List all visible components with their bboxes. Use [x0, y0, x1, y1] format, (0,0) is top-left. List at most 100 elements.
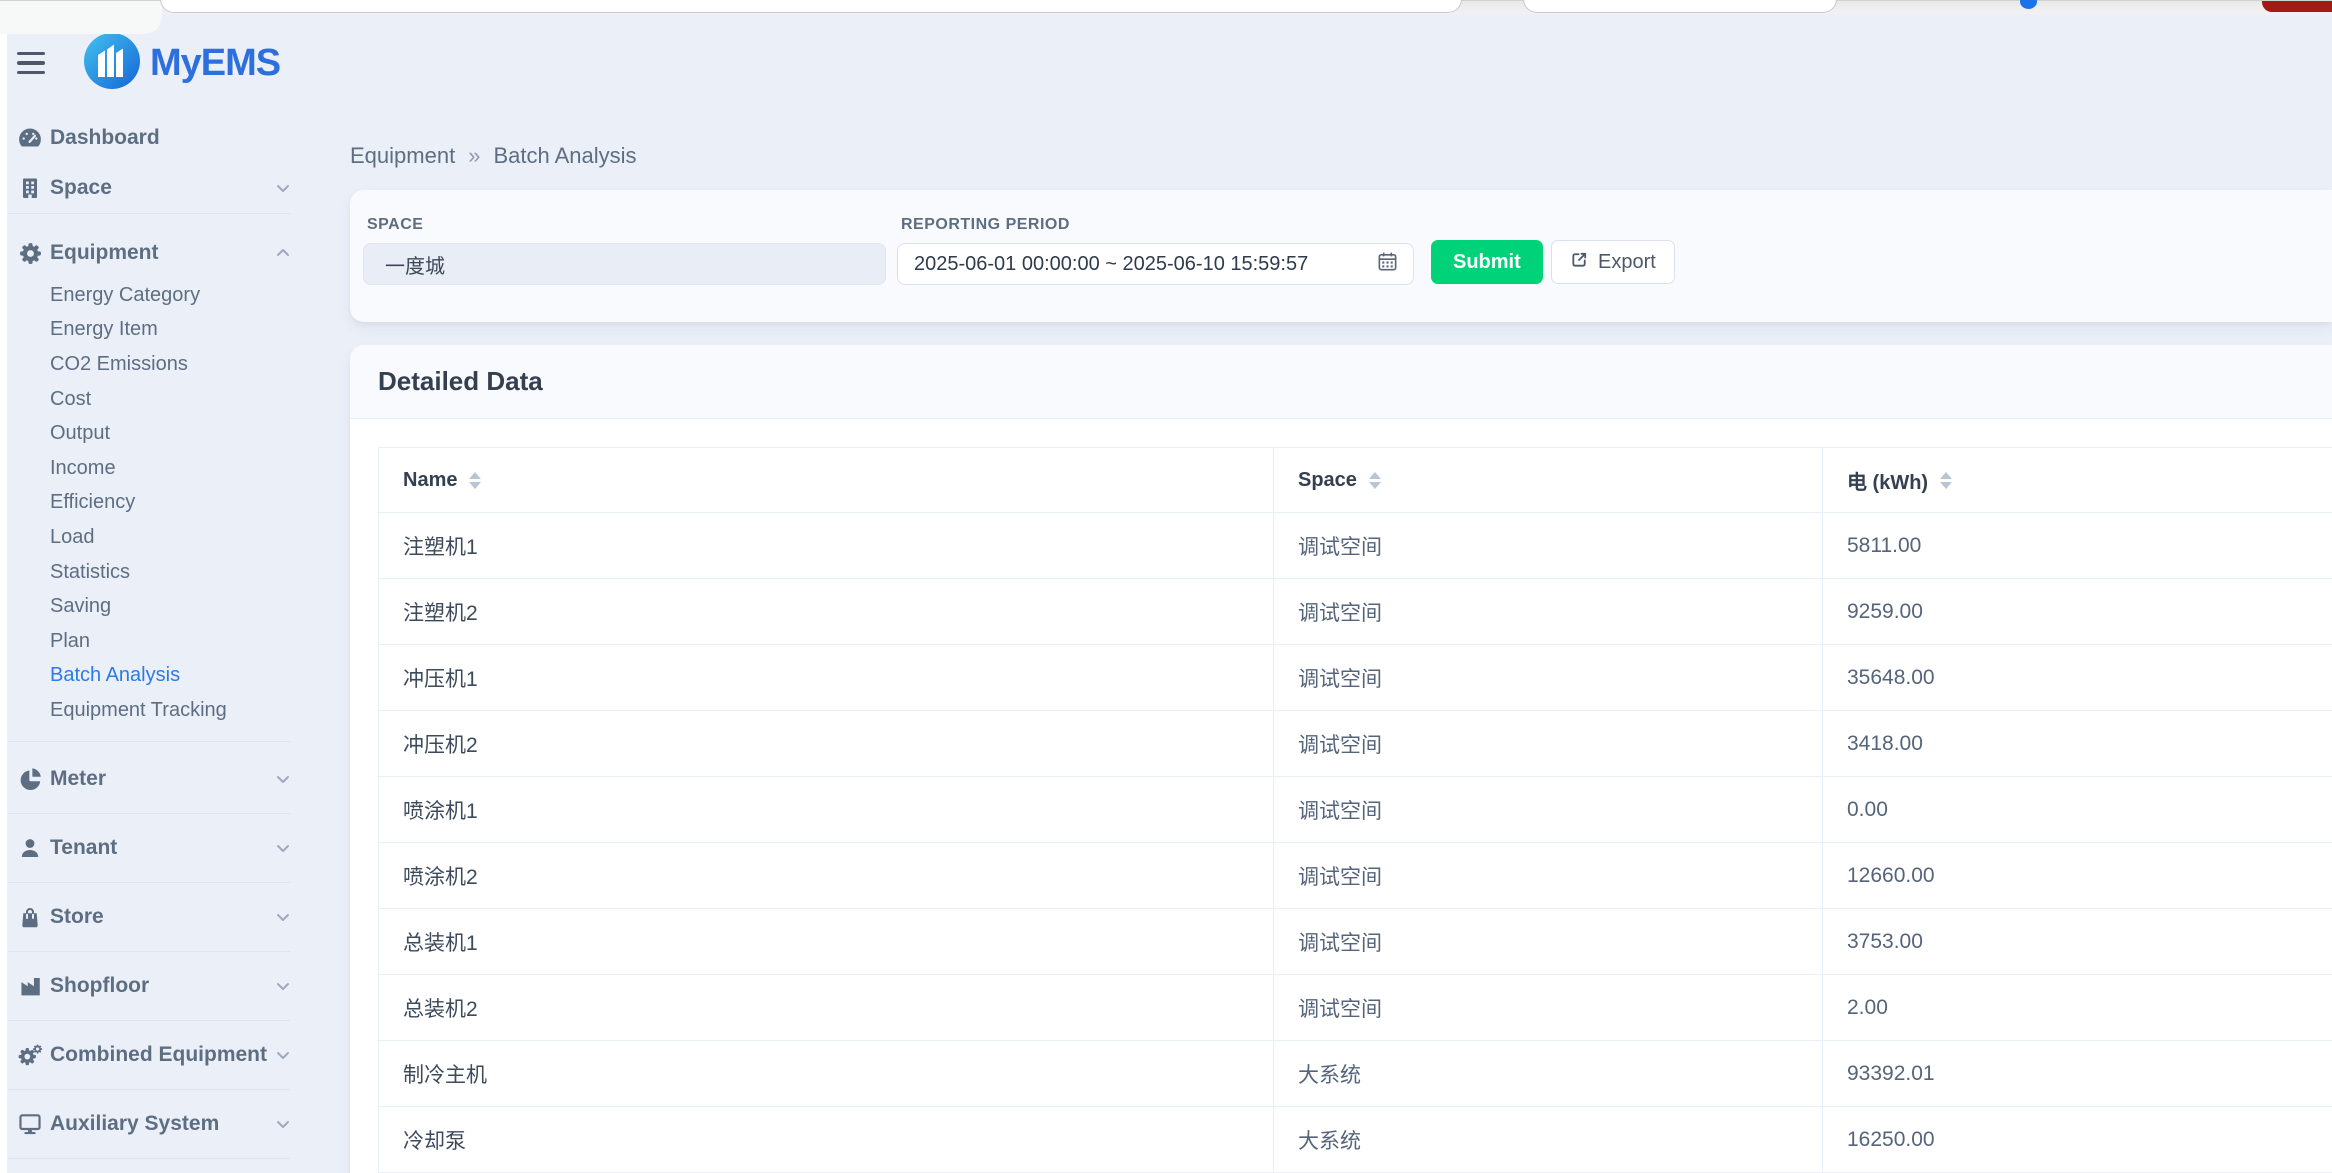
sidebar-divider: [8, 1158, 290, 1159]
calendar-icon[interactable]: [1376, 250, 1399, 279]
myems-logo-icon: [83, 32, 141, 95]
equipment-submenu: Energy Category Energy Item CO2 Emission…: [7, 278, 307, 728]
gauge-icon: [17, 125, 43, 151]
sidebar-subitem-statistics[interactable]: Statistics: [7, 555, 307, 590]
column-label: 电 (kWh): [1847, 466, 1928, 495]
browser-extension-dot: [2020, 0, 2037, 9]
table-row: 制冷主机 大系统 93392.01: [379, 1041, 2332, 1107]
cell-space: 大系统: [1274, 1107, 1823, 1173]
sidebar-item-dashboard[interactable]: Dashboard: [7, 113, 307, 163]
chevron-down-icon: [273, 838, 293, 858]
space-label: SPACE: [367, 216, 886, 234]
browser-urlbar-bottom: [160, 0, 1462, 13]
chevron-down-icon: [273, 178, 293, 198]
column-header-name[interactable]: Name: [379, 448, 1274, 513]
cell-name: 喷涂机2: [379, 843, 1274, 909]
sidebar-subitem-plan[interactable]: Plan: [7, 624, 307, 659]
sidebar-subitem-energy-category[interactable]: Energy Category: [7, 278, 307, 313]
breadcrumb-equipment[interactable]: Equipment: [350, 143, 455, 169]
chevron-down-icon: [273, 907, 293, 927]
breadcrumb-separator: »: [468, 143, 480, 169]
cell-value: 5811.00: [1823, 513, 2332, 579]
cell-value: 2.00: [1823, 975, 2332, 1041]
sidebar-subitem-equipment-tracking[interactable]: Equipment Tracking: [7, 693, 307, 728]
cell-name: 注塑机1: [379, 513, 1274, 579]
sidebar-item-combined-equipment[interactable]: Combined Equipment: [7, 1021, 307, 1089]
app-root: MyEMS Dashboard: [7, 13, 2332, 1173]
cell-space: 大系统: [1274, 1041, 1823, 1107]
sidebar-item-label: Shopfloor: [50, 974, 149, 998]
cell-name: 注塑机2: [379, 579, 1274, 645]
table-row: 注塑机1 调试空间 5811.00: [379, 513, 2332, 579]
sidebar-item-label: Equipment: [50, 241, 159, 265]
user-icon: [17, 836, 43, 860]
brand-logo[interactable]: MyEMS: [83, 32, 280, 95]
table-header-row: Name Space: [379, 448, 2332, 513]
cell-value: 9259.00: [1823, 579, 2332, 645]
chevron-down-icon: [273, 769, 293, 789]
sidebar-item-shopfloor[interactable]: Shopfloor: [7, 952, 307, 1020]
export-button[interactable]: Export: [1551, 240, 1675, 284]
sidebar-item-meter[interactable]: Meter: [7, 745, 307, 813]
sort-icon: [1369, 472, 1381, 489]
browser-chrome-sliver: [0, 0, 2332, 14]
sidebar-subitem-energy-item[interactable]: Energy Item: [7, 313, 307, 348]
detailed-data-header: Detailed Data: [350, 345, 2332, 419]
sidebar-subitem-saving[interactable]: Saving: [7, 589, 307, 624]
reporting-period-value: 2025-06-01 00:00:00 ~ 2025-06-10 15:59:5…: [914, 253, 1376, 276]
chevron-down-icon: [273, 1045, 293, 1065]
breadcrumb-batch-analysis: Batch Analysis: [493, 143, 636, 169]
sidebar-subitem-batch-analysis[interactable]: Batch Analysis: [7, 659, 307, 694]
table-row: 冲压机1 调试空间 35648.00: [379, 645, 2332, 711]
space-selected-value: 一度城: [385, 250, 445, 279]
chevron-down-icon: [273, 976, 293, 996]
sidebar-subitem-output[interactable]: Output: [7, 416, 307, 451]
sort-icon: [1940, 472, 1952, 489]
table-row: 喷涂机1 调试空间 0.00: [379, 777, 2332, 843]
sidebar-item-tenant[interactable]: Tenant: [7, 814, 307, 882]
cell-space: 调试空间: [1274, 909, 1823, 975]
cell-space: 调试空间: [1274, 777, 1823, 843]
sidebar-item-label: Store: [50, 905, 104, 929]
column-header-electricity[interactable]: 电 (kWh): [1823, 448, 2332, 513]
sidebar-subitem-efficiency[interactable]: Efficiency: [7, 486, 307, 521]
export-label: Export: [1598, 251, 1656, 274]
cell-name: 总装机2: [379, 975, 1274, 1041]
cell-space: 调试空间: [1274, 711, 1823, 777]
cell-name: 总装机1: [379, 909, 1274, 975]
submit-button[interactable]: Submit: [1431, 240, 1543, 284]
cell-value: 35648.00: [1823, 645, 2332, 711]
reporting-period-label: REPORTING PERIOD: [901, 216, 1414, 234]
sidebar: MyEMS Dashboard: [7, 13, 307, 1159]
table-row: 总装机1 调试空间 3753.00: [379, 909, 2332, 975]
cell-value: 12660.00: [1823, 843, 2332, 909]
brand-name: MyEMS: [150, 42, 280, 85]
sidebar-subitem-income[interactable]: Income: [7, 451, 307, 486]
sidebar-nav: Dashboard Space: [7, 113, 307, 1159]
gear-icon: [17, 241, 43, 266]
sidebar-subitem-load[interactable]: Load: [7, 520, 307, 555]
detailed-data-card: Detailed Data Name: [350, 345, 2332, 1173]
reporting-period-input[interactable]: 2025-06-01 00:00:00 ~ 2025-06-10 15:59:5…: [897, 243, 1414, 285]
sidebar-item-space[interactable]: Space: [7, 163, 307, 213]
cell-name: 制冷主机: [379, 1041, 1274, 1107]
sidebar-item-label: Dashboard: [50, 126, 160, 150]
table-row: 冲压机2 调试空间 3418.00: [379, 711, 2332, 777]
detailed-data-body: Name Space: [350, 419, 2332, 1173]
sidebar-divider: [8, 741, 290, 742]
column-header-space[interactable]: Space: [1274, 448, 1823, 513]
sidebar-subitem-co2-emissions[interactable]: CO2 Emissions: [7, 347, 307, 382]
hamburger-menu-icon[interactable]: [17, 52, 45, 75]
browser-record-badge: [2262, 1, 2332, 12]
sidebar-item-auxiliary-system[interactable]: Auxiliary System: [7, 1090, 307, 1158]
sidebar-item-label: Tenant: [50, 836, 117, 860]
detailed-data-table: Name Space: [378, 447, 2332, 1173]
sidebar-item-store[interactable]: Store: [7, 883, 307, 951]
sidebar-item-equipment[interactable]: Equipment: [7, 228, 307, 278]
sidebar-subitem-cost[interactable]: Cost: [7, 382, 307, 417]
breadcrumb: Equipment » Batch Analysis: [350, 143, 637, 169]
cell-value: 16250.00: [1823, 1107, 2332, 1173]
gears-icon: [17, 1042, 43, 1068]
space-select[interactable]: 一度城: [363, 243, 886, 285]
main-content: Equipment » Batch Analysis SPACE 一度城 REP…: [350, 13, 2332, 1173]
